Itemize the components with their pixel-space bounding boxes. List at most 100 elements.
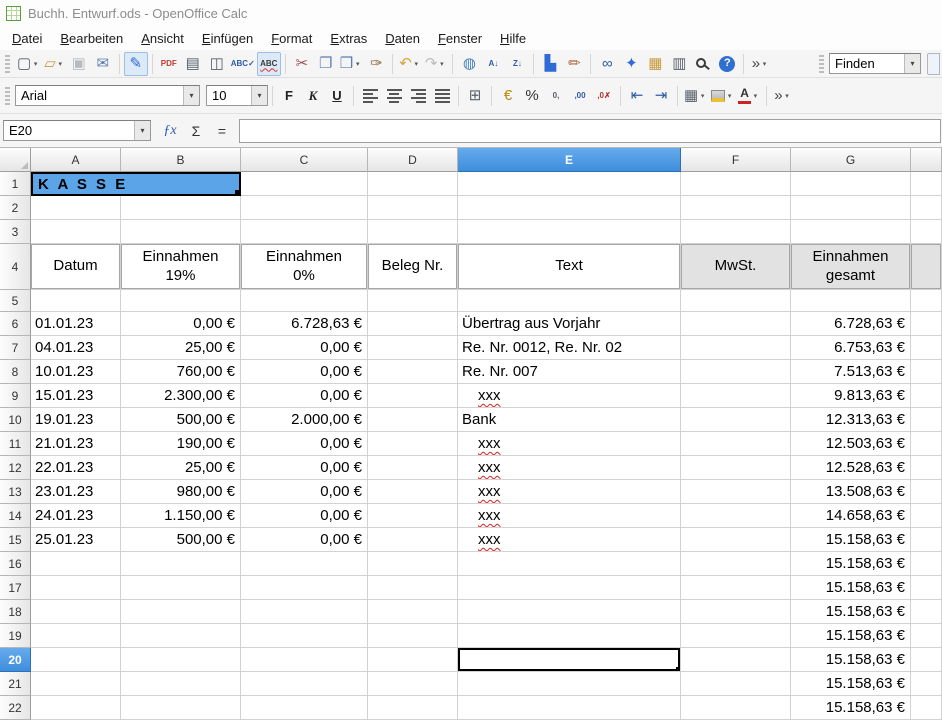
cell-A21[interactable] bbox=[31, 672, 121, 696]
font-name-combo[interactable]: Arial bbox=[15, 85, 200, 106]
sort-ascending-icon[interactable]: A↓ bbox=[481, 52, 505, 76]
cell-E11[interactable]: xxx bbox=[458, 432, 681, 456]
cell-C1[interactable] bbox=[241, 172, 368, 196]
cell-E22[interactable] bbox=[458, 696, 681, 720]
row-header-20[interactable]: 20 bbox=[0, 648, 31, 672]
cell-H18[interactable] bbox=[911, 600, 942, 624]
align-left-icon[interactable] bbox=[358, 84, 382, 108]
col-header-G[interactable]: G bbox=[791, 148, 911, 172]
col-header-F[interactable]: F bbox=[681, 148, 791, 172]
cell-G7[interactable]: 6.753,63 € bbox=[791, 336, 911, 360]
cell-B20[interactable] bbox=[121, 648, 241, 672]
cell-B16[interactable] bbox=[121, 552, 241, 576]
cell-G4[interactable]: Einnahmen gesamt bbox=[791, 244, 911, 290]
cell-H7[interactable] bbox=[911, 336, 942, 360]
insert-chart-icon[interactable]: ▙ bbox=[538, 52, 562, 76]
cell-C5[interactable] bbox=[241, 290, 368, 312]
cell-E10[interactable]: Bank bbox=[458, 408, 681, 432]
open-icon-dropdown[interactable] bbox=[56, 60, 65, 68]
cell-A16[interactable] bbox=[31, 552, 121, 576]
cell-E21[interactable] bbox=[458, 672, 681, 696]
row-header-22[interactable]: 22 bbox=[0, 696, 31, 720]
cell-E2[interactable] bbox=[458, 196, 681, 220]
cell-A14[interactable]: 24.01.23 bbox=[31, 504, 121, 528]
menu-item-fenster[interactable]: Fenster bbox=[429, 28, 491, 49]
email-icon[interactable]: ✉ bbox=[91, 52, 115, 76]
cell-B19[interactable] bbox=[121, 624, 241, 648]
cell-E7[interactable]: Re. Nr. 0012, Re. Nr. 02 bbox=[458, 336, 681, 360]
col-header-D[interactable]: D bbox=[368, 148, 458, 172]
font-size-dropdown[interactable] bbox=[251, 86, 267, 105]
cell-H13[interactable] bbox=[911, 480, 942, 504]
row-header-1[interactable]: 1 bbox=[0, 172, 31, 196]
cell-C12[interactable]: 0,00 € bbox=[241, 456, 368, 480]
row-header-8[interactable]: 8 bbox=[0, 360, 31, 384]
new-document-icon-dropdown[interactable] bbox=[31, 60, 40, 68]
cell-E15[interactable]: xxx bbox=[458, 528, 681, 552]
bold-icon[interactable]: F bbox=[277, 84, 301, 108]
cell-D6[interactable] bbox=[368, 312, 458, 336]
cell-B14[interactable]: 1.150,00 € bbox=[121, 504, 241, 528]
cell-G8[interactable]: 7.513,63 € bbox=[791, 360, 911, 384]
draw-functions-icon[interactable]: ✏ bbox=[562, 52, 586, 76]
font-color-icon-dropdown[interactable] bbox=[751, 92, 760, 100]
find-input[interactable]: Finden bbox=[829, 53, 921, 74]
cell-G22[interactable]: 15.158,63 € bbox=[791, 696, 911, 720]
row-header-10[interactable]: 10 bbox=[0, 408, 31, 432]
cell-A2[interactable] bbox=[31, 196, 121, 220]
menu-item-bearbeiten[interactable]: Bearbeiten bbox=[51, 28, 132, 49]
cell-D21[interactable] bbox=[368, 672, 458, 696]
cell-F1[interactable] bbox=[681, 172, 791, 196]
format-paintbrush-icon[interactable]: ✑ bbox=[364, 52, 388, 76]
cell-H16[interactable] bbox=[911, 552, 942, 576]
cell-B18[interactable] bbox=[121, 600, 241, 624]
font-color-icon[interactable]: A bbox=[736, 84, 762, 108]
cell-G21[interactable]: 15.158,63 € bbox=[791, 672, 911, 696]
find-replace-icon[interactable]: ∞ bbox=[595, 52, 619, 76]
redo-icon-dropdown[interactable] bbox=[437, 60, 446, 68]
cell-F17[interactable] bbox=[681, 576, 791, 600]
cell-G20[interactable]: 15.158,63 € bbox=[791, 648, 911, 672]
find-input-dropdown[interactable] bbox=[904, 54, 920, 73]
paste-icon-dropdown[interactable] bbox=[353, 60, 362, 68]
save-icon[interactable]: ▣ bbox=[67, 52, 91, 76]
col-header-B[interactable]: B bbox=[121, 148, 241, 172]
cell-E9[interactable]: xxx bbox=[458, 384, 681, 408]
cell-H12[interactable] bbox=[911, 456, 942, 480]
cell-G9[interactable]: 9.813,63 € bbox=[791, 384, 911, 408]
cell-D11[interactable] bbox=[368, 432, 458, 456]
borders-icon[interactable]: ▦ bbox=[682, 84, 709, 108]
row-header-7[interactable]: 7 bbox=[0, 336, 31, 360]
cell-D13[interactable] bbox=[368, 480, 458, 504]
cell-F5[interactable] bbox=[681, 290, 791, 312]
cut-icon[interactable]: ✂ bbox=[290, 52, 314, 76]
font-name-dropdown[interactable] bbox=[183, 86, 199, 105]
cell-A18[interactable] bbox=[31, 600, 121, 624]
col-header-partial[interactable] bbox=[911, 148, 942, 172]
find-toolbar-drag-handle[interactable] bbox=[819, 55, 824, 73]
navigator-icon[interactable]: ✦ bbox=[619, 52, 643, 76]
cell-B12[interactable]: 25,00 € bbox=[121, 456, 241, 480]
toolbar-options2-icon-dropdown[interactable] bbox=[783, 92, 792, 100]
cell-D19[interactable] bbox=[368, 624, 458, 648]
edit-file-icon[interactable]: ✎ bbox=[124, 52, 148, 76]
cell-B10[interactable]: 500,00 € bbox=[121, 408, 241, 432]
cell-H1[interactable] bbox=[911, 172, 942, 196]
cell-C9[interactable]: 0,00 € bbox=[241, 384, 368, 408]
cell-C10[interactable]: 2.000,00 € bbox=[241, 408, 368, 432]
cell-H19[interactable] bbox=[911, 624, 942, 648]
menu-item-daten[interactable]: Daten bbox=[376, 28, 429, 49]
decrease-indent-icon[interactable]: ⇤ bbox=[625, 84, 649, 108]
cell-E4[interactable]: Text bbox=[458, 244, 681, 290]
cell-F14[interactable] bbox=[681, 504, 791, 528]
row-header-3[interactable]: 3 bbox=[0, 220, 31, 244]
cell-C15[interactable]: 0,00 € bbox=[241, 528, 368, 552]
cell-D18[interactable] bbox=[368, 600, 458, 624]
cell-F18[interactable] bbox=[681, 600, 791, 624]
cell-H9[interactable] bbox=[911, 384, 942, 408]
hyperlink-icon[interactable]: ◍ bbox=[457, 52, 481, 76]
cell-C6[interactable]: 6.728,63 € bbox=[241, 312, 368, 336]
undo-icon[interactable]: ↶ bbox=[397, 52, 423, 76]
cell-F22[interactable] bbox=[681, 696, 791, 720]
cell-D16[interactable] bbox=[368, 552, 458, 576]
